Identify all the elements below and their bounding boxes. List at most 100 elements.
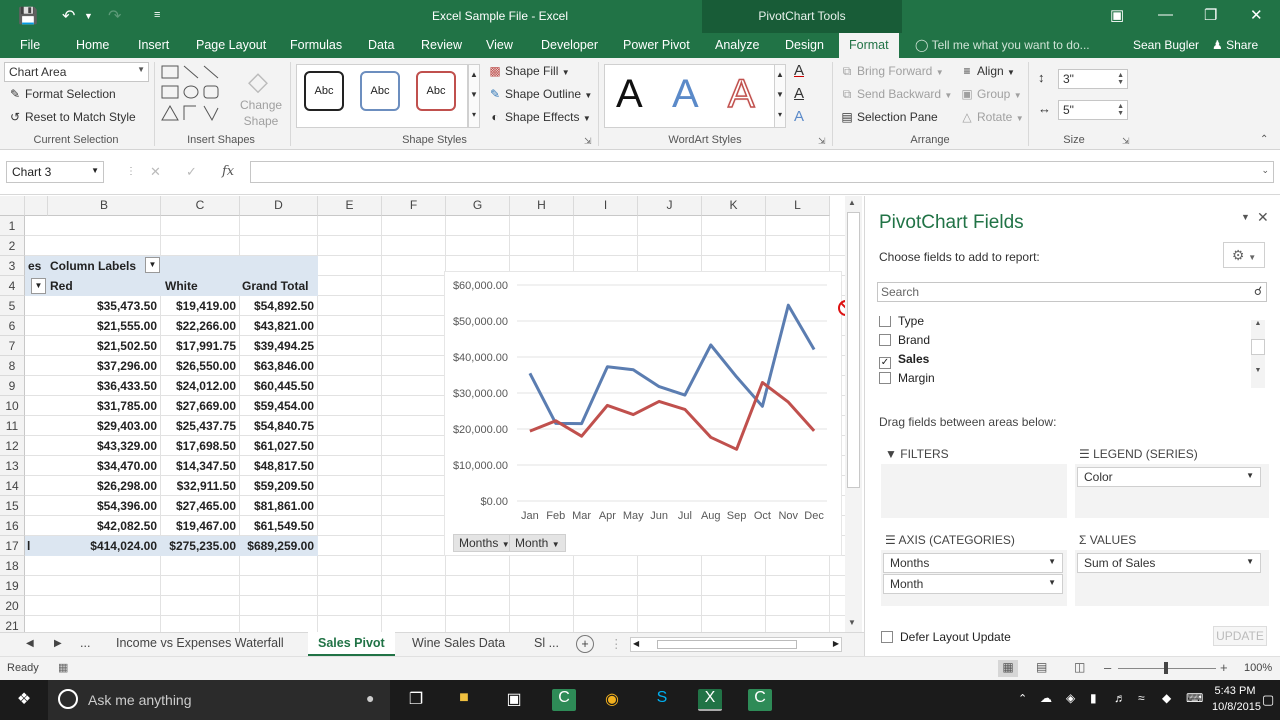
tab-home[interactable]: Home — [76, 38, 109, 52]
pivot-cell[interactable]: $24,012.00 — [161, 376, 240, 396]
scroll-right-icon[interactable]: ▶ — [833, 639, 839, 648]
field-item-sales[interactable]: ✓ Sales — [879, 352, 929, 369]
pivot-cell[interactable]: $25,437.75 — [161, 416, 240, 436]
pivot-cell[interactable]: $39,494.25 — [240, 336, 318, 356]
pivot-cell[interactable]: $43,821.00 — [240, 316, 318, 336]
insert-function-icon[interactable]: fx — [222, 164, 234, 179]
row-header-11[interactable]: 11 — [0, 416, 25, 436]
spinner-icon[interactable]: ▲ ▼ — [1117, 72, 1124, 86]
row-header-9[interactable]: 9 — [0, 376, 25, 396]
field-search-input[interactable]: Search ☌ — [877, 282, 1267, 302]
wordart-style-blue[interactable]: A — [672, 72, 699, 117]
store-icon[interactable]: ▣ — [502, 689, 526, 711]
row-header-16[interactable]: 16 — [0, 516, 25, 536]
pivot-cell[interactable]: $42,082.50 — [48, 516, 161, 536]
format-selection-button[interactable]: ✎ Format Selection — [8, 87, 116, 101]
column-header-h[interactable]: H — [510, 196, 574, 216]
scroll-thumb[interactable] — [847, 212, 860, 488]
reset-to-match-style-button[interactable]: ↺ Reset to Match Style — [8, 110, 136, 124]
selection-pane-button[interactable]: ▤ Selection Pane — [840, 110, 937, 124]
pivot-chart[interactable]: $0.00 $10,000.00 $20,000.00 $30,000.00 $40,0… — [444, 271, 842, 556]
horizontal-scrollbar[interactable]: ◀ ▶ — [630, 637, 842, 652]
row-header-7[interactable]: 7 — [0, 336, 25, 356]
chart-field-button-months[interactable]: Months ▼ — [453, 534, 516, 552]
pivot-cell[interactable]: $31,785.00 — [48, 396, 161, 416]
zoom-slider-thumb[interactable] — [1164, 662, 1168, 674]
pivot-cell[interactable]: $21,555.00 — [48, 316, 161, 336]
defer-layout-update-checkbox[interactable]: Defer Layout Update — [881, 630, 1011, 644]
clock-date[interactable]: 10/8/2015 — [1212, 701, 1261, 713]
pivot-cell[interactable]: $36,433.50 — [48, 376, 161, 396]
tab-review[interactable]: Review — [421, 38, 462, 52]
skype-icon[interactable]: S — [650, 689, 674, 711]
row-header-15[interactable]: 15 — [0, 496, 25, 516]
column-header-d[interactable]: D — [240, 196, 318, 216]
gear-icon[interactable]: ⚙ ▼ — [1223, 242, 1265, 268]
dialog-launcher-icon[interactable]: ⇲ — [818, 136, 826, 147]
tab-splitter-icon[interactable]: ⋮ — [610, 636, 623, 651]
sheet-tab-more[interactable]: Sl ... — [534, 636, 559, 650]
excel-taskbar-icon[interactable]: X — [698, 689, 722, 711]
network-tray-icon[interactable]: ◈ — [1066, 691, 1075, 705]
wordart-style-red-outline[interactable]: A — [727, 71, 755, 117]
tab-power-pivot[interactable]: Power Pivot — [623, 38, 690, 52]
row-header-14[interactable]: 14 — [0, 476, 25, 496]
scroll-left-icon[interactable]: ◀ — [633, 639, 639, 648]
camtasia-icon[interactable]: C — [552, 689, 576, 711]
microphone-icon[interactable]: ● — [366, 690, 374, 706]
pivot-cell[interactable]: $21,502.50 — [48, 336, 161, 356]
column-header-e[interactable]: E — [318, 196, 382, 216]
scroll-up-icon[interactable]: ▲ — [1251, 320, 1265, 327]
row-header-10[interactable]: 10 — [0, 396, 25, 416]
row-header-2[interactable]: 2 — [0, 236, 25, 256]
zoom-in-icon[interactable]: + — [1220, 660, 1228, 675]
column-header-c[interactable]: C — [161, 196, 240, 216]
camtasia-recorder-icon[interactable]: C — [748, 689, 772, 711]
tab-developer[interactable]: Developer — [541, 38, 598, 52]
column-labels-filter-button[interactable]: ▼ — [145, 257, 160, 273]
field-checkbox[interactable] — [879, 334, 891, 346]
legend-field-color[interactable]: Color ▼ — [1077, 467, 1261, 487]
pivot-cell[interactable]: $59,454.00 — [240, 396, 318, 416]
pivot-cell[interactable]: $54,840.75 — [240, 416, 318, 436]
pane-close-icon[interactable]: ✕ — [1257, 209, 1269, 226]
pivot-cell[interactable]: $27,669.00 — [161, 396, 240, 416]
sheet-tab-income-vs-expenses[interactable]: Income vs Expenses Waterfall — [116, 636, 284, 650]
shape-width-field[interactable]: 5" ▲ ▼ — [1058, 100, 1128, 120]
pivot-cell[interactable]: $29,403.00 — [48, 416, 161, 436]
scroll-thumb[interactable] — [1251, 339, 1265, 355]
tab-file[interactable]: File — [20, 38, 40, 52]
ribbon-display-icon[interactable]: ▣ — [1110, 6, 1124, 24]
pivot-cell[interactable]: $60,445.50 — [240, 376, 318, 396]
tab-scroll-right-icon[interactable]: ▶ — [54, 638, 62, 649]
tab-format[interactable]: Format — [839, 33, 899, 58]
pivot-cell[interactable]: $19,467.00 — [161, 516, 240, 536]
row-header-19[interactable]: 19 — [0, 576, 25, 596]
values-field-sum-of-sales[interactable]: Sum of Sales ▼ — [1077, 553, 1261, 573]
column-header-a[interactable] — [25, 196, 48, 216]
macro-record-icon[interactable]: ▦ — [58, 661, 68, 674]
chart-field-button-month[interactable]: Month ▼ — [509, 534, 566, 552]
shapes-gallery[interactable] — [160, 64, 236, 128]
vertical-scrollbar[interactable]: ▲ ▼ — [845, 196, 862, 632]
volume-icon[interactable]: ♬ — [1114, 691, 1126, 705]
pivot-cell[interactable]: $22,266.00 — [161, 316, 240, 336]
pivot-cell[interactable]: $19,419.00 — [161, 296, 240, 316]
field-checkbox[interactable] — [879, 316, 891, 327]
total-white[interactable]: $275,235.00 — [161, 536, 240, 556]
text-effects-icon[interactable]: A — [794, 108, 804, 125]
wifi-icon[interactable]: ≈ — [1138, 691, 1145, 705]
tab-view[interactable]: View — [486, 38, 513, 52]
filters-drop-area[interactable] — [881, 464, 1067, 518]
tab-design[interactable]: Design — [785, 38, 824, 52]
formula-input[interactable]: ⌄ — [250, 161, 1274, 183]
column-header-b[interactable]: B — [48, 196, 161, 216]
keyboard-icon[interactable]: ⌨ — [1186, 691, 1203, 705]
name-box[interactable]: Chart 3 ▼ — [6, 161, 104, 183]
share-button[interactable]: ♟ Share — [1212, 38, 1258, 52]
field-item-type[interactable]: Type — [879, 316, 924, 328]
pivot-cell[interactable]: $48,817.50 — [240, 456, 318, 476]
tab-insert[interactable]: Insert — [138, 38, 169, 52]
column-header-k[interactable]: K — [702, 196, 766, 216]
align-button[interactable]: ≡ Align ▼ — [960, 64, 1014, 78]
